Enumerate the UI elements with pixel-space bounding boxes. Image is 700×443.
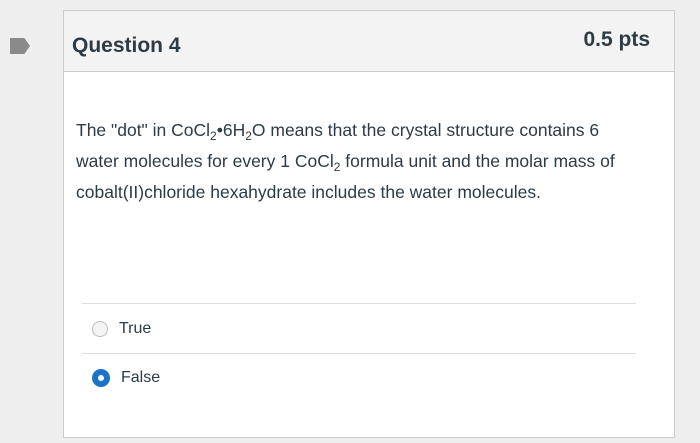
question-points: 0.5 pts — [583, 28, 650, 51]
answer-label-false[interactable]: False — [121, 369, 160, 387]
question-text-part-2: •6H — [216, 120, 246, 140]
answer-divider-top — [82, 303, 636, 304]
answer-label-true[interactable]: True — [119, 320, 151, 338]
answer-option-false[interactable]: False — [92, 366, 160, 390]
answer-divider-middle — [82, 353, 636, 354]
radio-unselected-icon[interactable] — [92, 321, 108, 337]
question-flag-marker-icon — [10, 38, 30, 54]
question-header: Question 4 0.5 pts — [64, 11, 674, 72]
radio-selected-icon[interactable] — [92, 369, 110, 387]
question-subscript-1: 2 — [210, 129, 217, 143]
question-text: The "dot" in CoCl2•6H2O means that the c… — [76, 115, 636, 208]
radio-dot-icon — [98, 375, 104, 381]
question-title: Question 4 — [72, 34, 181, 57]
answer-option-true[interactable]: True — [92, 317, 151, 341]
question-card: Question 4 0.5 pts The "dot" in CoCl2•6H… — [63, 10, 675, 438]
question-text-part-1: The "dot" in CoCl — [76, 120, 211, 140]
question-subscript-2: 2 — [245, 129, 252, 143]
